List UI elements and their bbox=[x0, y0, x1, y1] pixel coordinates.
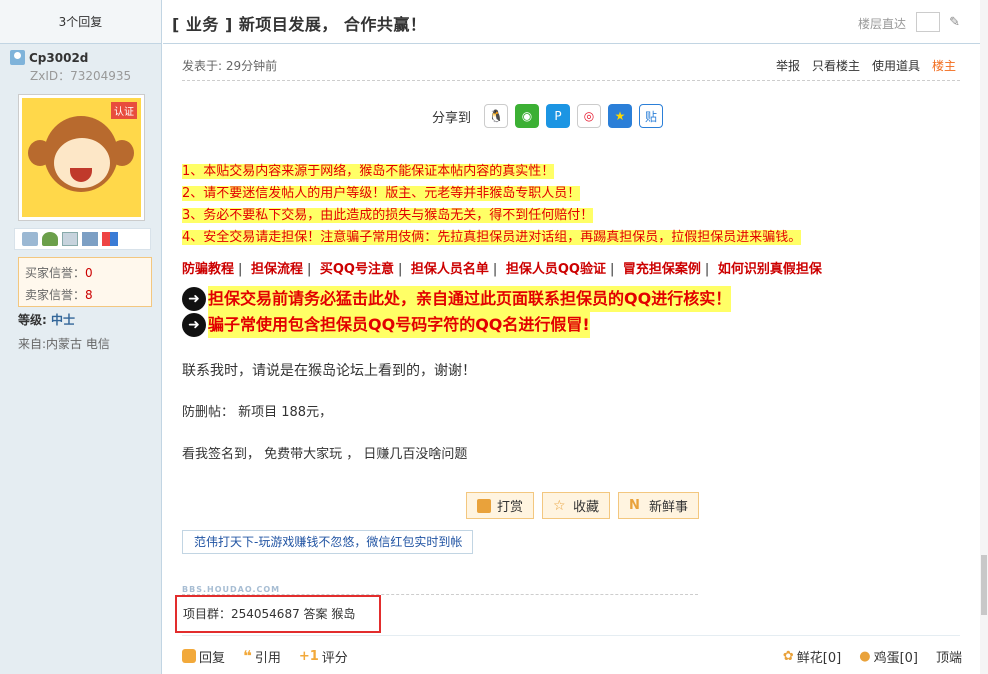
reply-icon bbox=[182, 649, 196, 663]
rate-button[interactable]: +1 评分 bbox=[299, 647, 348, 666]
report-link[interactable]: 举报 bbox=[776, 57, 800, 74]
link-identify-fake[interactable]: 如何识别真假担保 bbox=[718, 262, 822, 277]
share-bar: 分享到 🐧 ◉ P ◎ ★ 贴 bbox=[432, 104, 664, 128]
divider bbox=[182, 80, 960, 81]
post-header: [ 业务 ] 新项目发展， 合作共赢！ 楼层直达 ✎ bbox=[163, 0, 980, 44]
egg-icon: ● bbox=[859, 648, 871, 664]
post-content: 发表于: 29分钟前 举报 只看楼主 使用道具 楼主 分享到 🐧 ◉ P ◎ ★… bbox=[163, 45, 980, 674]
anti-delete-text: 防删帖： 新项目 188元， bbox=[182, 405, 333, 420]
scrollbar-thumb[interactable] bbox=[981, 555, 987, 615]
warning-block: ➜ 担保交易前请务必猛击此处，亲自通过此页面联系担保员的QQ进行核实！ ➜ 骗子常使… bbox=[182, 286, 732, 338]
post-time: 发表于: 29分钟前 bbox=[182, 59, 278, 73]
floor-jump-label: 楼层直达 bbox=[857, 17, 906, 31]
jump-icon[interactable]: ✎ bbox=[949, 15, 960, 30]
coin-icon bbox=[477, 498, 491, 513]
weibo-share-icon[interactable]: ◎ bbox=[577, 104, 602, 128]
seller-credit: 卖家信誉：8 bbox=[25, 288, 93, 302]
floor-jump-input[interactable] bbox=[916, 12, 940, 32]
news-button[interactable]: N 新鲜事 bbox=[618, 492, 700, 519]
safety-notice: 1、本贴交易内容来源于网络，猴岛不能保证本帖内容的真实性！ 2、请不要迷信发帖人… bbox=[182, 161, 802, 249]
tieba-share-icon[interactable]: 贴 bbox=[639, 104, 664, 128]
star-icon: ☆ bbox=[553, 497, 566, 514]
avatar-verified-tag: 认证 bbox=[111, 102, 137, 119]
link-guarantor-verify[interactable]: 担保人员QQ验证 bbox=[506, 262, 606, 277]
user-zxid: ZxID：73204935 bbox=[30, 69, 132, 83]
arrow-right-icon: ➜ bbox=[182, 287, 206, 311]
site-watermark: BBS.HOUDAO.COM bbox=[182, 585, 281, 594]
contact-text: 联系我时，请说是在猴岛论坛上看到的，谢谢！ bbox=[182, 363, 476, 379]
gift-icon[interactable] bbox=[102, 232, 118, 246]
notice-line: 4、安全交易请走担保！注意骗子常用伎俩：先拉真担保员进对话组，再踢真担保员，拉假… bbox=[182, 230, 802, 245]
user-card-icon[interactable] bbox=[82, 232, 98, 246]
quote-button[interactable]: ❝ 引用 bbox=[243, 647, 281, 666]
favorite-button[interactable]: ☆ 收藏 bbox=[542, 492, 611, 519]
scrollbar[interactable] bbox=[980, 0, 988, 674]
page-title: [ 业务 ] 新项目发展， 合作共赢！ bbox=[172, 15, 427, 34]
forum-post-page: 3个回复 Cp3002d ZxID：73204935 认证 买家信誉：0 卖家信… bbox=[0, 0, 988, 674]
link-fake-cases[interactable]: 冒充担保案例 bbox=[623, 262, 701, 277]
footer-right-actions: ✿ 鲜花[0] ● 鸡蛋[0] 顶端 bbox=[783, 647, 962, 666]
news-icon: N bbox=[629, 497, 640, 513]
credit-box: 买家信誉：0 卖家信誉：8 bbox=[18, 257, 152, 307]
notice-line: 1、本贴交易内容来源于网络，猴岛不能保证本帖内容的真实性！ bbox=[182, 164, 555, 179]
wechat-share-icon[interactable]: ◉ bbox=[515, 104, 540, 128]
reward-button[interactable]: 打赏 bbox=[466, 492, 535, 519]
avatar-image: 认证 bbox=[22, 98, 141, 217]
signature-text: 项目群：254054687 答案 猴岛 bbox=[175, 595, 381, 633]
warning-line-2: ➜ 骗子常使用包含担保员QQ号码字符的QQ名进行假冒! bbox=[182, 312, 731, 338]
link-guarantor-list[interactable]: 担保人员名单 bbox=[411, 262, 489, 277]
guarantee-links: 防骗教程 | 担保流程 | 买QQ号注意 | 担保人员名单 | 担保人员QQ验证 | 冒充… bbox=[182, 262, 822, 277]
username[interactable]: Cp3002d bbox=[29, 51, 88, 65]
user-location: 来自:内蒙古 电信 bbox=[18, 337, 110, 351]
message-icon[interactable] bbox=[22, 232, 38, 246]
user-name-row[interactable]: Cp3002d bbox=[10, 50, 88, 65]
warning-line-1[interactable]: ➜ 担保交易前请务必猛击此处，亲自通过此页面联系担保员的QQ进行核实！ bbox=[182, 286, 732, 312]
user-sidebar: 3个回复 Cp3002d ZxID：73204935 认证 买家信誉：0 卖家信… bbox=[0, 0, 162, 674]
post-top-actions: 举报 只看楼主 使用道具 楼主 bbox=[776, 57, 956, 74]
avatar[interactable]: 认证 bbox=[18, 94, 145, 221]
signin-text: 看我签名到， 免费带大家玩 ， 日赚几百没啥问题 bbox=[182, 447, 468, 462]
add-friend-icon[interactable] bbox=[42, 232, 58, 246]
reply-count: 3个回复 bbox=[0, 0, 161, 44]
flower-button[interactable]: ✿ 鲜花[0] bbox=[783, 647, 841, 666]
use-item-link[interactable]: 使用道具 bbox=[872, 57, 920, 74]
qzone-share-icon[interactable]: ★ bbox=[608, 104, 633, 128]
link-guarantee-process[interactable]: 担保流程 bbox=[251, 262, 303, 277]
notice-line: 2、请不要迷信发帖人的用户等级！版主、元老等并非猴岛专职人员！ bbox=[182, 186, 581, 201]
notice-line: 3、务必不要私下交易，由此造成的损失与猴岛无关，得不到任何赔付！ bbox=[182, 208, 594, 223]
pengyou-share-icon[interactable]: P bbox=[546, 104, 571, 128]
view-profile-icon[interactable] bbox=[62, 232, 78, 246]
user-icon bbox=[10, 50, 25, 65]
share-label: 分享到 bbox=[432, 110, 472, 126]
only-owner-link[interactable]: 只看楼主 bbox=[812, 57, 860, 74]
back-to-top-link[interactable]: 顶端 bbox=[936, 647, 962, 666]
plus-one-icon: +1 bbox=[298, 648, 319, 664]
link-buy-qq[interactable]: 买QQ号注意 bbox=[320, 262, 394, 277]
user-level: 等级: 中士 bbox=[18, 313, 75, 327]
link-anti-fraud[interactable]: 防骗教程 bbox=[182, 262, 234, 277]
buyer-credit: 买家信誉：0 bbox=[25, 266, 93, 280]
floor-owner-label: 楼主 bbox=[931, 59, 956, 73]
reply-button[interactable]: 回复 bbox=[182, 647, 225, 666]
arrow-right-icon: ➜ bbox=[182, 313, 206, 337]
egg-button[interactable]: ● 鸡蛋[0] bbox=[859, 647, 918, 666]
user-action-icons bbox=[14, 228, 151, 250]
qq-share-icon[interactable]: 🐧 bbox=[484, 104, 509, 128]
flower-icon: ✿ bbox=[782, 648, 794, 664]
signature-ad-link[interactable]: 范伟打天下-玩游戏赚钱不忽悠，微信红包实时到帐 bbox=[182, 530, 473, 554]
level-value[interactable]: 中士 bbox=[51, 313, 75, 327]
post-buttons: 打赏 ☆ 收藏 N 新鲜事 bbox=[466, 492, 700, 519]
quote-icon: ❝ bbox=[243, 647, 252, 665]
post-footer: 回复 ❝ 引用 +1 评分 ✿ 鲜花[0] ● 鸡蛋[0] 顶端 bbox=[182, 645, 962, 667]
footer-divider bbox=[182, 635, 960, 636]
